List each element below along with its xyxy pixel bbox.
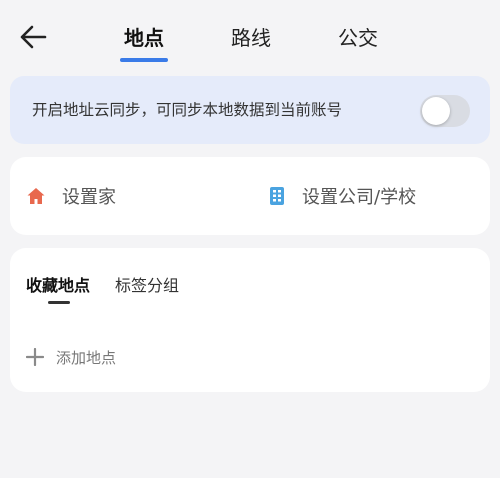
- add-place-label: 添加地点: [56, 348, 117, 367]
- tab-transit[interactable]: 公交: [336, 22, 380, 54]
- active-tab-indicator: [120, 58, 168, 62]
- cloud-sync-toggle[interactable]: [420, 95, 470, 127]
- arrow-left-icon: [20, 25, 47, 49]
- set-home-label: 设置家: [62, 187, 116, 208]
- top-nav: 地点 路线 公交: [0, 0, 500, 72]
- toggle-knob: [422, 97, 450, 125]
- tab-routes[interactable]: 路线: [229, 22, 273, 54]
- plus-icon: [26, 348, 44, 366]
- home-icon: [27, 188, 45, 204]
- set-work-label: 设置公司/学校: [302, 187, 417, 208]
- tab-tag-groups[interactable]: 标签分组: [115, 272, 179, 296]
- add-place-button[interactable]: 添加地点: [26, 340, 116, 374]
- favorites-tab-indicator: [48, 301, 70, 304]
- back-button[interactable]: [18, 22, 48, 52]
- set-work-button[interactable]: 设置公司/学校: [268, 157, 416, 235]
- home-work-card: 设置家 设置公司/学校: [10, 157, 490, 235]
- building-icon: [270, 187, 284, 205]
- tab-saved-places[interactable]: 收藏地点: [26, 272, 90, 296]
- set-home-button[interactable]: 设置家: [26, 157, 116, 235]
- cloud-sync-banner: 开启地址云同步，可同步本地数据到当前账号: [10, 76, 490, 144]
- cloud-sync-text: 开启地址云同步，可同步本地数据到当前账号: [32, 101, 343, 119]
- tab-places[interactable]: 地点: [122, 22, 166, 54]
